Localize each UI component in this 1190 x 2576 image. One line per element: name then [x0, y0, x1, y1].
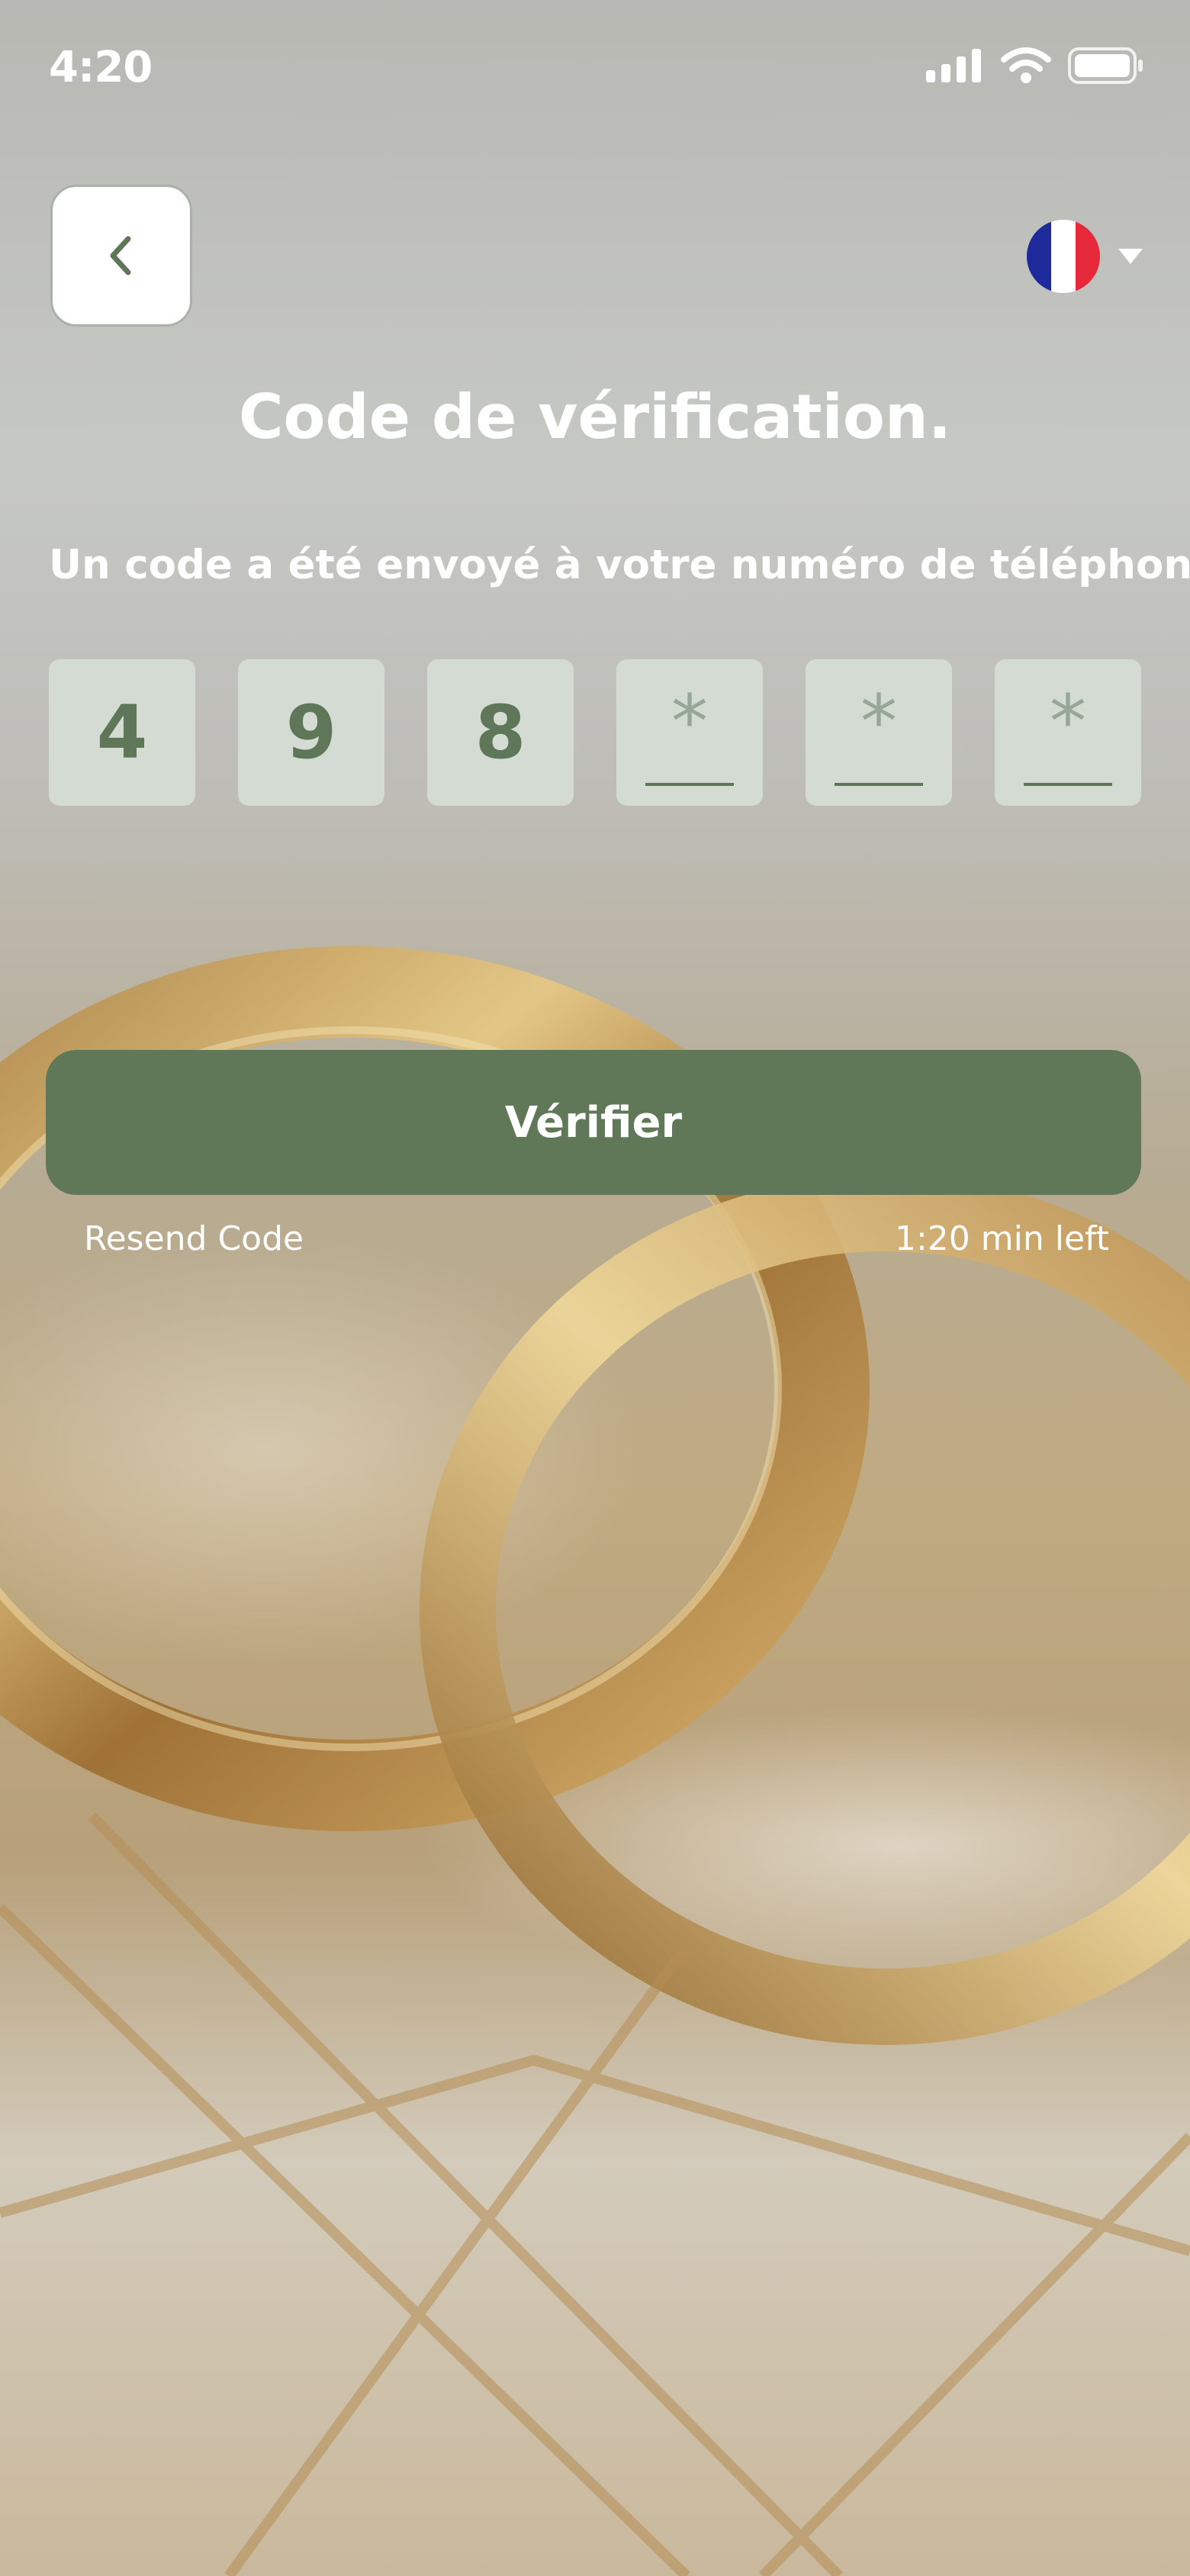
- status-icons: [926, 47, 1144, 84]
- otp-placeholder: *: [671, 679, 708, 765]
- verify-button[interactable]: Vérifier: [46, 1050, 1141, 1195]
- otp-digit: 9: [285, 690, 337, 775]
- resend-code-link[interactable]: Resend Code: [84, 1219, 304, 1258]
- otp-box-1[interactable]: 4: [49, 659, 195, 806]
- caret-down-icon: [1118, 249, 1143, 264]
- otp-placeholder: *: [860, 679, 897, 765]
- otp-box-3[interactable]: 8: [427, 659, 574, 806]
- signal-icon: [926, 49, 981, 82]
- otp-box-6[interactable]: *: [995, 659, 1141, 806]
- status-time: 4:20: [49, 43, 153, 92]
- otp-underline: [1024, 783, 1112, 786]
- page-title: Code de vérification.: [238, 382, 952, 452]
- subtitle: Un code a été envoyé à votre numéro de t…: [49, 542, 1190, 588]
- chevron-left-icon: [110, 236, 131, 275]
- wifi-icon: [1001, 47, 1051, 83]
- battery-icon: [1068, 47, 1143, 84]
- france-flag-icon: [1027, 220, 1100, 293]
- otp-placeholder: *: [1050, 679, 1086, 765]
- language-selector[interactable]: [1025, 218, 1144, 295]
- otp-box-5[interactable]: *: [806, 659, 952, 806]
- back-button[interactable]: [50, 185, 192, 327]
- otp-box-2[interactable]: 9: [238, 659, 384, 806]
- screen: 4:20 Code de vérification. Un code a été…: [0, 0, 1190, 2576]
- otp-underline: [835, 783, 923, 786]
- otp-box-4[interactable]: *: [616, 659, 763, 806]
- otp-digit: 8: [474, 690, 526, 775]
- verify-button-label: Vérifier: [504, 1097, 683, 1148]
- otp-underline: [645, 783, 734, 786]
- otp-digit: 4: [96, 690, 148, 775]
- countdown-timer: 1:20 min left: [894, 1219, 1109, 1258]
